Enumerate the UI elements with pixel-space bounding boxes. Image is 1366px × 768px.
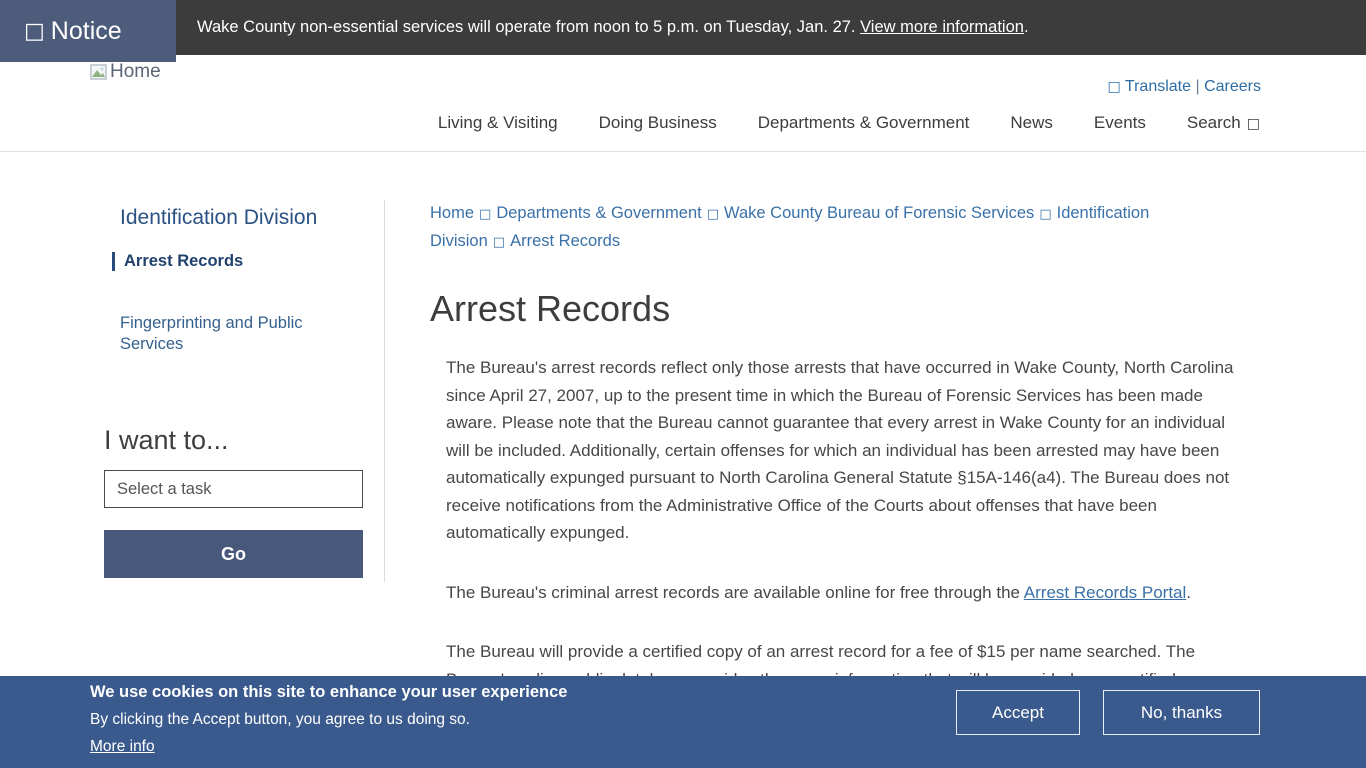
breadcrumb: Home□Departments & Government□Wake Count… [430, 200, 1150, 256]
cookie-text: We use cookies on this site to enhance y… [90, 683, 567, 756]
paragraph-2-period: . [1186, 583, 1191, 602]
paragraph-1: The Bureau's arrest records reflect only… [446, 354, 1242, 547]
nav-news[interactable]: News [1010, 113, 1053, 133]
utility-separator: | [1195, 78, 1199, 95]
broken-image-icon [90, 64, 108, 81]
notice-alert-icon: □ [24, 19, 45, 44]
notice-message-text: Wake County non-essential services will … [197, 18, 860, 36]
sidebar-item-arrest-records-link[interactable]: Arrest Records [124, 252, 243, 270]
breadcrumb-separator-icon: □ [1034, 207, 1056, 222]
breadcrumb-forensic-services[interactable]: Wake County Bureau of Forensic Services [724, 204, 1034, 222]
breadcrumb-separator-icon: □ [474, 207, 496, 222]
notice-label-text: Notice [51, 17, 122, 46]
paragraph-2: The Bureau's criminal arrest records are… [446, 579, 1242, 607]
notice-message-period: . [1024, 18, 1029, 36]
notice-label: □ Notice [0, 0, 176, 62]
breadcrumb-home[interactable]: Home [430, 204, 474, 222]
paragraph-2-text: The Bureau's criminal arrest records are… [446, 583, 1024, 602]
arrest-records-portal-link[interactable]: Arrest Records Portal [1024, 583, 1187, 602]
main-navigation: Living & Visiting Doing Business Departm… [438, 113, 1260, 133]
cookie-banner: We use cookies on this site to enhance y… [0, 676, 1366, 768]
no-thanks-button[interactable]: No, thanks [1103, 690, 1260, 735]
sidebar-item-fingerprinting[interactable]: Fingerprinting and Public Services [120, 313, 330, 355]
nav-search[interactable]: Search □ [1187, 113, 1260, 133]
careers-link[interactable]: Careers [1204, 78, 1261, 95]
notice-bar: □ Notice Wake County non-essential servi… [0, 0, 1366, 55]
breadcrumb-separator-icon: □ [488, 235, 510, 250]
site-header: Home □ Translate | Careers Living & Visi… [0, 55, 1366, 152]
cookie-body: By clicking the Accept button, you agree… [90, 711, 567, 729]
nav-search-label: Search [1187, 113, 1241, 132]
i-want-to-widget: I want to... Select a task Go [90, 425, 384, 578]
sidebar-item-fingerprinting-link[interactable]: Fingerprinting and Public Services [120, 314, 303, 353]
go-button[interactable]: Go [104, 530, 363, 578]
translate-icon: □ [1108, 79, 1121, 95]
translate-link[interactable]: Translate [1125, 78, 1191, 95]
breadcrumb-separator-icon: □ [702, 207, 724, 222]
search-icon: □ [1247, 116, 1260, 132]
breadcrumb-arrest-records[interactable]: Arrest Records [510, 232, 620, 250]
view-more-information-link[interactable]: View more information [860, 18, 1024, 36]
breadcrumb-departments[interactable]: Departments & Government [496, 204, 701, 222]
nav-doing-business[interactable]: Doing Business [599, 113, 717, 133]
nav-living-visiting[interactable]: Living & Visiting [438, 113, 558, 133]
more-info-link[interactable]: More info [90, 738, 155, 756]
body-copy: The Bureau's arrest records reflect only… [430, 354, 1242, 693]
sidebar-title: Identification Division [120, 206, 384, 230]
notice-message: Wake County non-essential services will … [197, 0, 1366, 55]
main-column: Home□Departments & Government□Wake Count… [430, 200, 1242, 693]
accept-button[interactable]: Accept [956, 690, 1080, 735]
nav-events[interactable]: Events [1094, 113, 1146, 133]
content-area: Identification Division Arrest Records F… [0, 152, 1366, 693]
utility-links: □ Translate | Careers [1108, 78, 1261, 96]
home-logo-link[interactable]: Home [90, 61, 161, 83]
nav-departments-government[interactable]: Departments & Government [758, 113, 970, 133]
home-logo-alt-text: Home [110, 61, 161, 83]
i-want-to-title: I want to... [104, 425, 384, 456]
cookie-title: We use cookies on this site to enhance y… [90, 683, 567, 702]
sidebar-item-arrest-records[interactable]: Arrest Records [112, 252, 384, 271]
page-title: Arrest Records [430, 288, 1242, 330]
sidebar: Identification Division Arrest Records F… [90, 200, 385, 582]
task-select-dropdown[interactable]: Select a task [104, 470, 363, 508]
